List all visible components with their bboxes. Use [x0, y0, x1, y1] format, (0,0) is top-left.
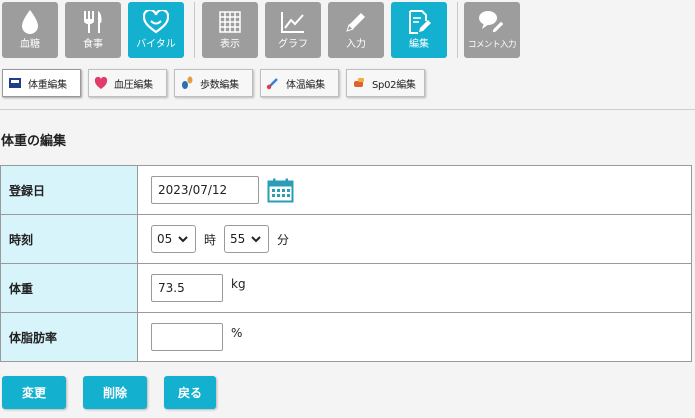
- heart-monitor-icon: [94, 76, 108, 90]
- minute-unit: 分: [277, 232, 290, 247]
- nav-label: 入力: [346, 39, 366, 50]
- minute-value: 55: [230, 232, 246, 246]
- nav-meal[interactable]: 食事: [65, 2, 121, 58]
- body-fat-unit: %: [231, 326, 243, 340]
- nav-label: バイタル: [136, 39, 176, 50]
- hour-value: 05: [157, 232, 173, 246]
- subtab-label: 血圧編集: [114, 79, 153, 91]
- fork-knife-icon: [80, 5, 106, 38]
- nav-separator: [194, 2, 195, 58]
- nav-label: コメント入力: [467, 40, 517, 50]
- grid-icon: [218, 5, 242, 38]
- section-title: 体重の編集: [1, 134, 67, 149]
- nav-blood-sugar[interactable]: 血糖: [2, 2, 58, 58]
- body-fat-label: 体脂肪率: [0, 312, 138, 362]
- nav-label: 表示: [220, 39, 240, 50]
- subtab-label: 歩数編集: [200, 79, 239, 91]
- comment-pencil-icon: [478, 5, 506, 38]
- nav-vital[interactable]: バイタル: [128, 2, 184, 58]
- chevron-down-icon: [251, 235, 262, 243]
- subtab-temperature-edit[interactable]: 体温編集: [260, 69, 339, 97]
- oximeter-icon: [352, 76, 366, 90]
- nav-comment-input[interactable]: コメント入力: [464, 2, 520, 58]
- subtab-steps-edit[interactable]: 歩数編集: [174, 69, 253, 97]
- subtab-label: 体重編集: [28, 79, 67, 91]
- hour-select[interactable]: 05: [151, 225, 196, 253]
- pencil-icon: [343, 5, 369, 38]
- body-fat-input[interactable]: [151, 323, 223, 351]
- nav-display[interactable]: 表示: [202, 2, 258, 58]
- subtab-label: 体温編集: [286, 79, 325, 91]
- thermometer-icon: [266, 76, 280, 90]
- nav-label: 食事: [83, 39, 103, 50]
- subtab-label: Sp02編集: [372, 79, 416, 91]
- chart-icon: [280, 5, 306, 38]
- chevron-down-icon: [178, 235, 188, 243]
- weight-scale-icon: [8, 76, 22, 90]
- subtab-spo2-edit[interactable]: Sp02編集: [346, 69, 425, 97]
- form-row-date: 登録日: [0, 165, 692, 215]
- nav-label: 血糖: [20, 39, 40, 50]
- weight-unit: kg: [231, 277, 246, 291]
- back-button[interactable]: 戻る: [164, 376, 216, 409]
- weight-input[interactable]: [151, 274, 223, 302]
- calendar-icon[interactable]: [267, 178, 294, 203]
- weight-label: 体重: [0, 263, 138, 313]
- footprint-icon: [180, 76, 194, 90]
- drop-icon: [19, 5, 41, 38]
- page: 血糖 食事 バイタル 表示 グラフ 入力 編集 コメント入力 体重編集 血圧編集…: [0, 0, 695, 418]
- form-row-weight: 体重 kg: [0, 263, 692, 313]
- form-row-body-fat: 体脂肪率 %: [0, 312, 692, 362]
- delete-button[interactable]: 削除: [83, 376, 147, 409]
- minute-select[interactable]: 55: [224, 225, 270, 253]
- nav-edit[interactable]: 編集: [391, 2, 447, 58]
- weight-edit-form: 登録日 2023/07/12 時刻 05 時 55 分 体重 73.5 kg 体…: [0, 165, 692, 362]
- heart-smile-icon: [143, 5, 169, 38]
- update-button[interactable]: 変更: [2, 376, 66, 409]
- nav-input[interactable]: 入力: [328, 2, 384, 58]
- nav-label: 編集: [409, 39, 429, 50]
- hour-unit: 時: [204, 232, 217, 247]
- subtab-weight-edit[interactable]: 体重編集: [2, 69, 81, 97]
- date-input[interactable]: [151, 176, 259, 204]
- nav-label: グラフ: [278, 39, 308, 50]
- nav-separator: [457, 2, 458, 58]
- edit-doc-icon: [406, 5, 432, 38]
- subtab-blood-pressure-edit[interactable]: 血圧編集: [88, 69, 167, 97]
- form-row-time: 時刻 05 時 55 分: [0, 214, 692, 264]
- divider: [0, 109, 695, 110]
- nav-graph[interactable]: グラフ: [265, 2, 321, 58]
- date-label: 登録日: [0, 165, 138, 215]
- time-label: 時刻: [0, 214, 138, 264]
